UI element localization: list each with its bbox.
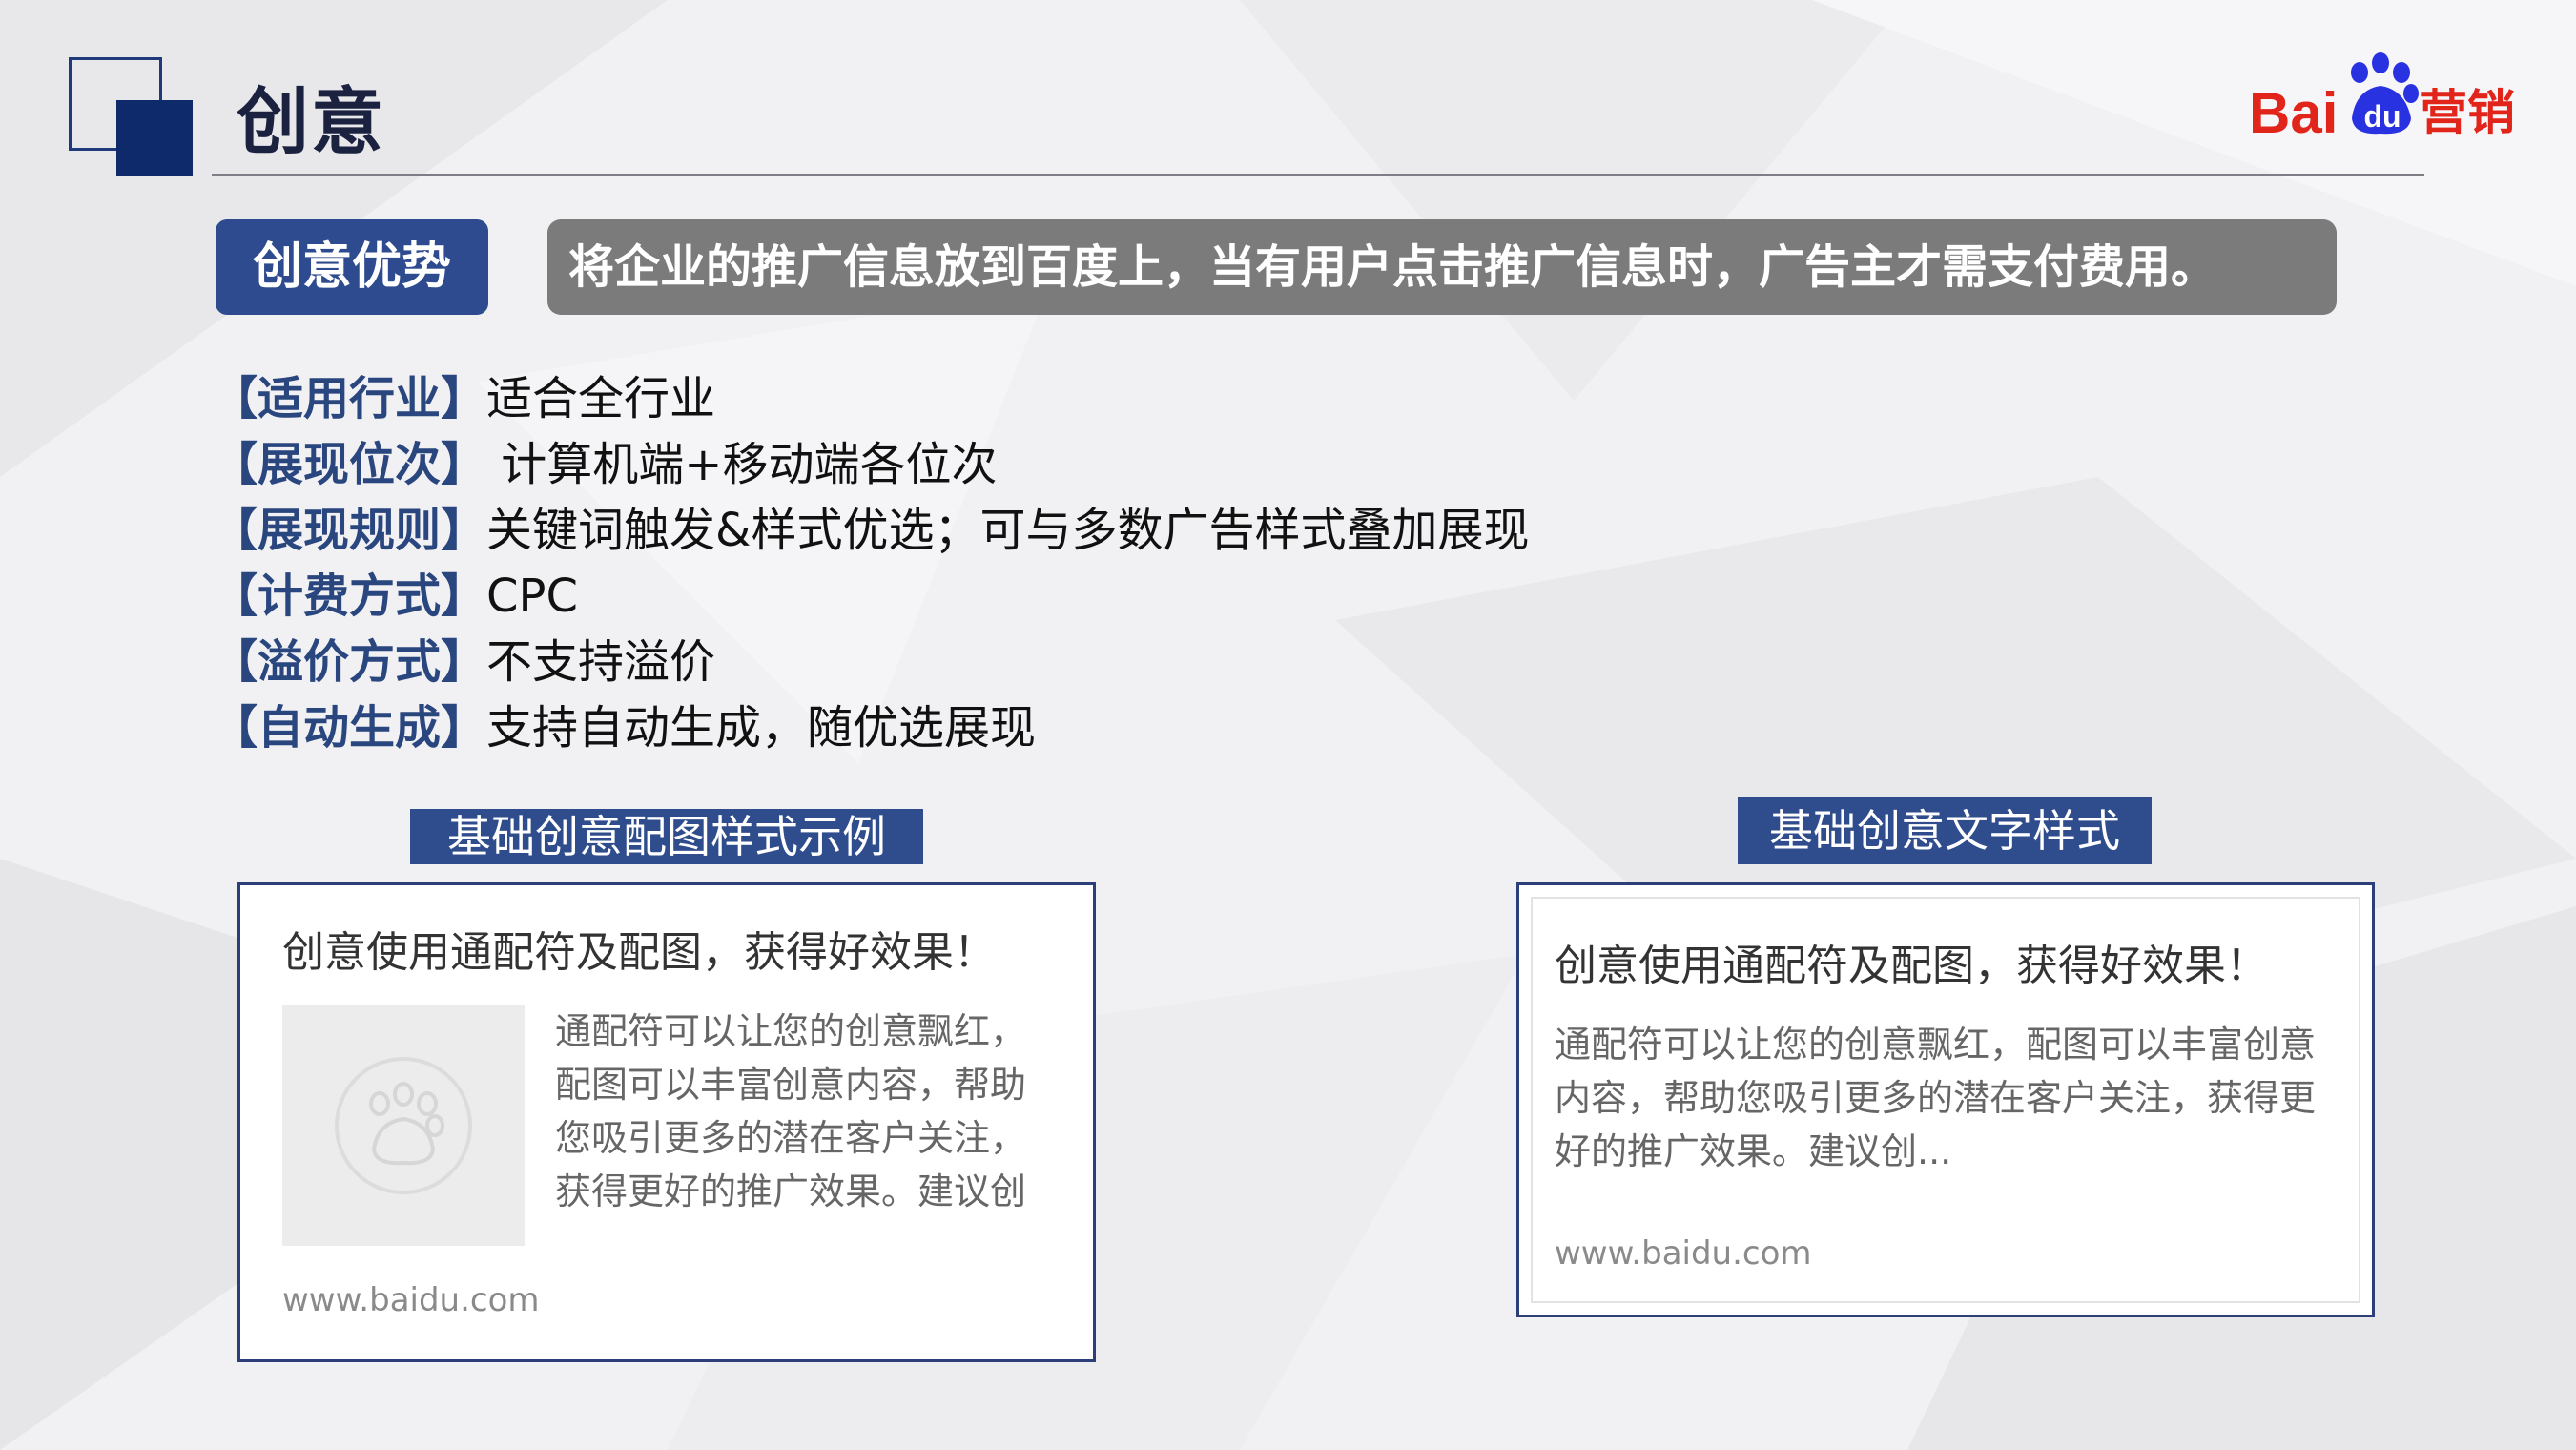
- feature-key: 【展现规则】: [212, 504, 487, 557]
- image-ad-title: 创意使用通配符及配图，获得好效果！: [282, 928, 996, 977]
- text-ad-body: 通配符可以让您的创意飘红，配图可以丰富创意 内容，帮助您吸引更多的潜在客户关注，…: [1555, 1018, 2316, 1178]
- feature-value: 支持自动生成，随优选展现: [486, 701, 1037, 755]
- feature-value: CPC: [486, 570, 578, 623]
- advantage-tag: 创意优势: [216, 219, 488, 315]
- feature-key: 【自动生成】: [212, 701, 487, 755]
- feature-key: 【适用行业】: [212, 372, 487, 425]
- feature-value: 适合全行业: [486, 372, 716, 425]
- feature-value: 计算机端+移动端各位次: [486, 438, 998, 491]
- feature-item: 【适用行业】适合全行业: [212, 366, 1529, 432]
- feature-item: 【溢价方式】不支持溢价: [212, 630, 1529, 695]
- feature-key: 【展现位次】: [212, 438, 487, 491]
- body-line: 通配符可以让您的创意飘红，: [555, 1010, 1027, 1052]
- feature-value: 不支持溢价: [486, 635, 716, 689]
- advantage-description: 将企业的推广信息放到百度上，当有用户点击推广信息时，广告主才需支付费用。: [547, 219, 2337, 315]
- body-line: 配图可以丰富创意内容，帮助: [555, 1064, 1027, 1106]
- text-style-heading: 基础创意文字样式: [1738, 798, 2152, 864]
- text-ad-title: 创意使用通配符及配图，获得好效果！: [1555, 942, 2268, 990]
- body-line: 您吸引更多的潜在客户关注，: [555, 1117, 1027, 1159]
- title-decoration-square: [116, 100, 193, 176]
- body-line: 获得更好的推广效果。建议创: [555, 1170, 1027, 1212]
- body-line: 好的推广效果。建议创...: [1555, 1130, 1952, 1172]
- feature-key: 【溢价方式】: [212, 635, 487, 689]
- feature-item: 【展现规则】关键词触发&样式优选；可与多数广告样式叠加展现: [212, 498, 1529, 564]
- baidu-paw-icon: [335, 1057, 472, 1194]
- feature-item: 【计费方式】CPC: [212, 564, 1529, 630]
- logo-suffix: 营销: [2420, 85, 2515, 140]
- image-ad-thumbnail: [282, 1005, 525, 1246]
- feature-item: 【自动生成】支持自动生成，随优选展现: [212, 695, 1529, 761]
- logo-du: du: [2363, 99, 2401, 134]
- image-ad-url[interactable]: www.baidu.com: [282, 1281, 540, 1319]
- body-line: 内容，帮助您吸引更多的潜在客户关注，获得更: [1555, 1077, 2317, 1119]
- logo-text: Bai: [2249, 81, 2339, 145]
- feature-value: 关键词触发&样式优选；可与多数广告样式叠加展现: [486, 504, 1530, 557]
- title-divider: [212, 174, 2424, 176]
- text-ad-url[interactable]: www.baidu.com: [1555, 1234, 1812, 1273]
- image-ad-body: 通配符可以让您的创意飘红， 配图可以丰富创意内容，帮助 您吸引更多的潜在客户关注…: [555, 1005, 1026, 1218]
- body-line: 通配符可以让您的创意飘红，配图可以丰富创意: [1555, 1024, 2317, 1066]
- feature-key: 【计费方式】: [212, 570, 487, 623]
- page-title: 创意: [237, 79, 385, 164]
- feature-item: 【展现位次】 计算机端+移动端各位次: [212, 432, 1529, 498]
- feature-list: 【适用行业】适合全行业 【展现位次】 计算机端+移动端各位次 【展现规则】关键词…: [212, 366, 1529, 761]
- image-style-heading: 基础创意配图样式示例: [410, 809, 923, 864]
